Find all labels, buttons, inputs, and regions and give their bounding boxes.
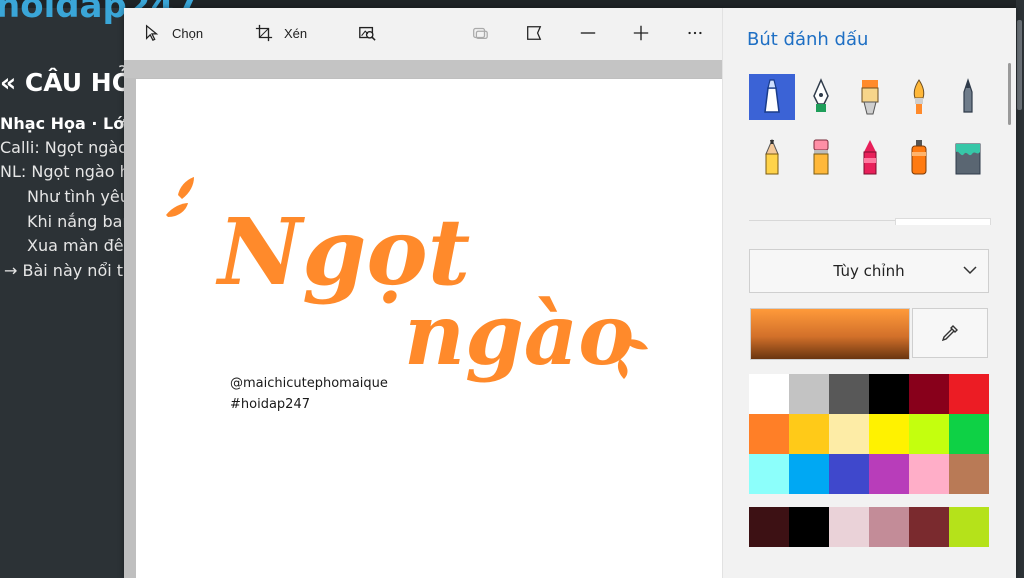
page-scrollbar[interactable]: [1017, 20, 1022, 110]
zoom-in-icon: [631, 23, 651, 43]
panel-scrollbar[interactable]: [1008, 63, 1011, 125]
ballpoint-pen-icon: [764, 79, 780, 113]
color-swatch[interactable]: [909, 374, 949, 414]
pen-option-eraser-pencil[interactable]: [798, 134, 844, 180]
pen-option-brush[interactable]: [896, 74, 942, 120]
crayon-icon: [863, 140, 877, 175]
dropdown-value: Tùy chỉnh: [833, 262, 905, 280]
image-search-button[interactable]: [357, 20, 377, 46]
color-swatch[interactable]: [749, 414, 789, 454]
pen-option-marker[interactable]: [847, 74, 893, 120]
zoom-out-button[interactable]: [578, 20, 598, 46]
question-line: Khi nắng ban: [27, 212, 133, 231]
ruler-icon: [524, 23, 544, 43]
color-swatch[interactable]: [949, 374, 989, 414]
pen-option-fountain[interactable]: [798, 74, 844, 120]
spray-can-icon: [911, 140, 927, 175]
custom-color-swatch[interactable]: [949, 507, 989, 547]
toolbar: Chọn Xén: [124, 8, 722, 60]
color-swatch[interactable]: [829, 374, 869, 414]
canvas-top-bar: [124, 60, 722, 78]
question-line: Như tình yêu: [27, 187, 130, 206]
marker-icon: [861, 80, 879, 115]
pen-preset-dropdown[interactable]: Tùy chỉnh: [749, 249, 989, 293]
calligraphy-artwork: Ngọt ngào: [166, 177, 648, 384]
color-swatch[interactable]: [829, 454, 869, 494]
page-heading: « CÂU HỎI: [0, 68, 143, 97]
color-palette: [749, 374, 989, 494]
custom-color-palette: [749, 507, 989, 547]
custom-color-swatch[interactable]: [909, 507, 949, 547]
custom-color-swatch[interactable]: [869, 507, 909, 547]
color-swatch[interactable]: [829, 414, 869, 454]
color-swatch[interactable]: [869, 374, 909, 414]
ink-drop: [178, 177, 194, 199]
crop-button[interactable]: Xén: [254, 20, 307, 46]
calligraphy-word-ngao: ngào: [404, 285, 634, 384]
canvas-area: Ngọt ngào @maichicutephomaique #hoidap24…: [124, 60, 722, 578]
sketch-app-window: Chọn Xén Ngọt ngào @maichicutephomaique …: [124, 8, 1016, 578]
pen-option-paint-bucket[interactable]: [945, 134, 991, 180]
color-swatch[interactable]: [789, 414, 829, 454]
crop-icon: [254, 23, 274, 43]
pen-option-pencil[interactable]: [749, 134, 795, 180]
current-color-preview[interactable]: [750, 308, 910, 360]
size-slider-tab[interactable]: [895, 218, 991, 225]
fountain-pen-icon: [813, 78, 829, 112]
pen-option-spray[interactable]: [896, 134, 942, 180]
more-button[interactable]: [685, 20, 705, 46]
touch-write-button[interactable]: [470, 20, 490, 46]
eyedropper-button[interactable]: [912, 308, 988, 358]
pen-settings-panel: Bút đánh dấu Tùy chỉnh: [722, 8, 1016, 578]
image-search-icon: [357, 23, 377, 43]
color-swatch[interactable]: [749, 454, 789, 494]
select-arrow-icon: [142, 23, 162, 43]
color-swatch[interactable]: [789, 374, 829, 414]
drawing-canvas[interactable]: Ngọt ngào @maichicutephomaique #hoidap24…: [136, 79, 722, 578]
calligraphy-pen-icon: [963, 78, 973, 113]
color-swatch[interactable]: [869, 454, 909, 494]
custom-color-swatch[interactable]: [789, 507, 829, 547]
crop-label: Xén: [284, 25, 308, 41]
panel-title: Bút đánh dấu: [747, 29, 869, 50]
select-label: Chọn: [172, 25, 204, 41]
select-button[interactable]: Chọn: [142, 20, 203, 46]
color-swatch[interactable]: [749, 374, 789, 414]
pencil-icon: [765, 138, 779, 175]
color-swatch[interactable]: [789, 454, 829, 494]
color-swatch[interactable]: [949, 454, 989, 494]
touch-write-icon: [470, 23, 490, 43]
zoom-out-icon: [578, 23, 598, 43]
zoom-in-button[interactable]: [631, 20, 651, 46]
eraser-pencil-icon: [813, 139, 829, 175]
pen-option-crayon[interactable]: [847, 134, 893, 180]
question-line: Xua màn đêm: [27, 236, 140, 255]
color-swatch[interactable]: [949, 414, 989, 454]
paint-bucket-icon: [955, 143, 981, 175]
question-line: → Bài này nổi t: [4, 261, 124, 280]
pen-option-calligraphy[interactable]: [945, 74, 991, 120]
more-icon: [685, 23, 705, 43]
ink-drop: [166, 203, 188, 217]
color-swatch[interactable]: [909, 414, 949, 454]
custom-color-swatch[interactable]: [829, 507, 869, 547]
color-swatch[interactable]: [869, 414, 909, 454]
question-line: Calli: Ngọt ngào: [0, 138, 128, 157]
ruler-button[interactable]: [524, 20, 544, 46]
eyedropper-icon: [941, 325, 958, 342]
color-swatch[interactable]: [909, 454, 949, 494]
question-line: NL: Ngọt ngào h: [0, 162, 130, 181]
author-handle: @maichicutephomaique: [230, 376, 388, 391]
brush-icon: [913, 79, 925, 114]
chevron-down-icon: [963, 266, 977, 275]
custom-color-swatch[interactable]: [749, 507, 789, 547]
hashtag: #hoidap247: [230, 397, 310, 412]
pen-option-ballpoint[interactable]: [749, 74, 795, 120]
